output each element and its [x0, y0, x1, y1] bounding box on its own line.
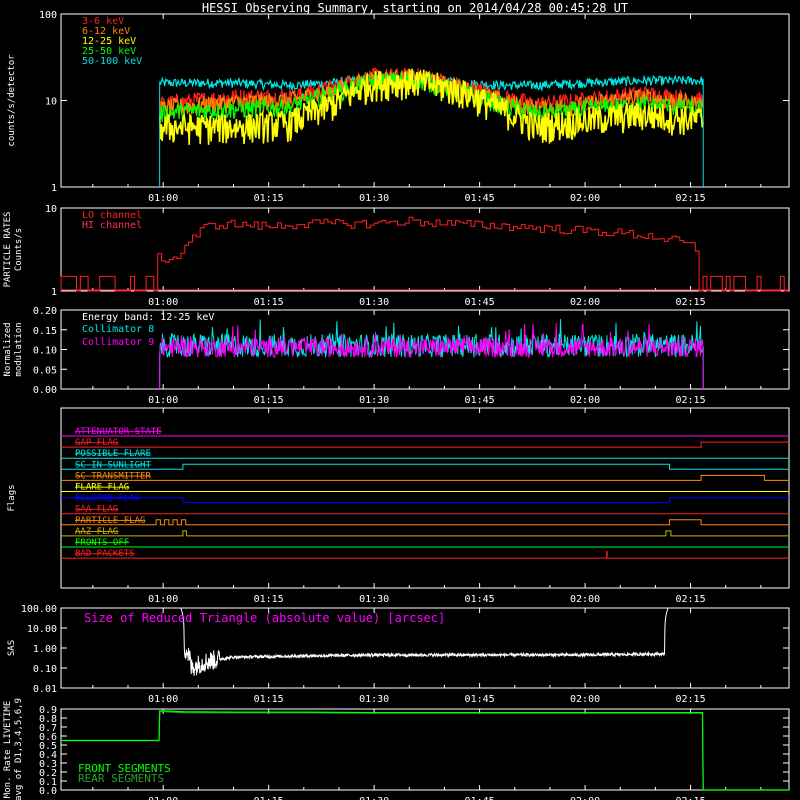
- y-tick-label: 1: [51, 287, 57, 298]
- sas-panel: 01:00 01:15 01:30 01:45 02:00 02:15 100.00 10.0…: [7, 604, 790, 705]
- y-axis-label: avg of D1,3,4,5,6,9: [14, 698, 24, 800]
- y-axis-label: modulation: [14, 322, 24, 376]
- x-tick-label: 01:30: [359, 796, 389, 800]
- modulation-series: [159, 319, 704, 390]
- flag-trace: [61, 519, 789, 526]
- sas-annotation: Size of Reduced Triangle (absolute value…: [84, 611, 445, 625]
- x-tick-label: 02:15: [676, 796, 706, 800]
- x-tick-label: 02:00: [570, 594, 600, 605]
- x-tick-label: 02:00: [570, 796, 600, 800]
- modulation-panel: 01:00 01:15 01:30 01:45 02:00 02:15 0.00 0.05 0.…: [3, 306, 790, 406]
- x-tick-label: 02:00: [570, 193, 600, 204]
- x-tick-label: 02:00: [570, 694, 600, 705]
- y-tick-label: 100.00: [21, 604, 57, 615]
- livetime-frame: [60, 708, 790, 791]
- x-tick-label: 01:45: [465, 193, 495, 204]
- flags-panel: 01:00 01:15 01:30 01:45 02:00 02:15FlagsATTEN…: [7, 407, 790, 605]
- y-axis-label: PARTICLE RATES: [3, 212, 13, 288]
- flag-trace: [61, 441, 789, 448]
- x-tick-label: 01:45: [465, 297, 495, 308]
- y-tick-label: 10: [45, 97, 57, 108]
- y-axis-label: counts/s/detector: [7, 54, 17, 147]
- hessi-summary-page: HESSI Observing Summary, starting on 201…: [0, 0, 800, 800]
- x-tick-label: 01:45: [465, 796, 495, 800]
- y-tick-label: 0.15: [33, 326, 57, 337]
- y-tick-label: 10: [45, 204, 57, 215]
- x-tick-label: 01:15: [254, 694, 284, 705]
- y-axis-label: SAS: [7, 640, 17, 656]
- y-tick-label: 1: [51, 183, 57, 194]
- x-tick-label: 01:00: [148, 395, 178, 406]
- x-tick-label: 01:45: [465, 395, 495, 406]
- count_rates-panel: 01:00 01:15 01:30 01:45 02:00 02:15 1 10 100 coun…: [7, 10, 790, 204]
- particle_rates-panel: 01:00 01:15 01:30 01:45 02:00 02:15 1 10 PARTICL…: [3, 204, 790, 308]
- y-axis-label: Counts/s: [14, 228, 24, 271]
- x-tick-label: 01:00: [148, 694, 178, 705]
- legend-entry: REAR SEGMENTS: [78, 772, 164, 785]
- y-tick-label: 0.10: [33, 664, 57, 675]
- livetime-panel: 01:0001:1501:3001:4502:0002:150.90.80.70…: [3, 698, 790, 800]
- y-tick-label: 1.00: [33, 644, 57, 655]
- energy-band-label: Energy band: 12-25 keV: [82, 312, 214, 323]
- x-tick-label: 02:15: [676, 395, 706, 406]
- x-tick-label: 02:15: [676, 193, 706, 204]
- y-tick-label: 0.05: [33, 365, 57, 376]
- flag-label: ECLIPSE FLAG: [75, 494, 140, 504]
- legend-entry: 50-100 keV: [82, 56, 142, 67]
- y-axis-label: Mon. Rate LIVETIME: [3, 701, 13, 799]
- lo-channel-series: [60, 216, 789, 292]
- figure-title: HESSI Observing Summary, starting on 201…: [202, 1, 628, 15]
- x-tick-label: 02:00: [570, 297, 600, 308]
- x-tick-label: 01:45: [465, 594, 495, 605]
- x-tick-label: 01:30: [359, 193, 389, 204]
- x-tick-label: 01:15: [254, 193, 284, 204]
- x-tick-label: 01:00: [148, 193, 178, 204]
- x-tick-label: 01:30: [359, 594, 389, 605]
- legend-entry: Collimator 9: [82, 337, 154, 348]
- y-tick-label: 100: [39, 10, 57, 21]
- x-tick-label: 01:15: [254, 594, 284, 605]
- x-tick-label: 01:00: [148, 297, 178, 308]
- legend-entry: HI channel: [82, 220, 142, 231]
- y-tick-label: 0.0: [39, 786, 57, 797]
- y-tick-label: 10.00: [27, 624, 57, 635]
- particle_rates-frame: [60, 207, 790, 292]
- x-tick-label: 01:15: [254, 297, 284, 308]
- y-axis-label: Flags: [7, 484, 17, 511]
- summary-figure: HESSI Observing Summary, starting on 201…: [3, 1, 790, 800]
- x-tick-label: 02:15: [676, 694, 706, 705]
- x-tick-label: 01:00: [148, 796, 178, 800]
- y-axis-label: Normalized: [3, 322, 13, 376]
- x-tick-label: 01:15: [254, 395, 284, 406]
- x-tick-label: 01:00: [148, 594, 178, 605]
- x-tick-label: 01:30: [359, 297, 389, 308]
- y-tick-label: 0.20: [33, 306, 57, 317]
- legend-entry: Collimator 8: [82, 324, 154, 335]
- x-tick-label: 01:45: [465, 694, 495, 705]
- livetime-series: [61, 711, 789, 791]
- flag-trace: [61, 474, 789, 481]
- flag-trace: [61, 530, 789, 537]
- x-tick-label: 01:15: [254, 796, 284, 800]
- flag-trace: [61, 497, 789, 504]
- y-tick-label: 0.01: [33, 684, 57, 695]
- y-tick-label: 0.10: [33, 346, 57, 357]
- x-tick-label: 01:30: [359, 395, 389, 406]
- x-tick-label: 02:15: [676, 594, 706, 605]
- x-tick-label: 02:00: [570, 395, 600, 406]
- x-tick-label: 02:15: [676, 297, 706, 308]
- y-tick-label: 0.00: [33, 385, 57, 396]
- x-tick-label: 01:30: [359, 694, 389, 705]
- flag-trace: [61, 463, 789, 470]
- livetime-series: [61, 710, 789, 791]
